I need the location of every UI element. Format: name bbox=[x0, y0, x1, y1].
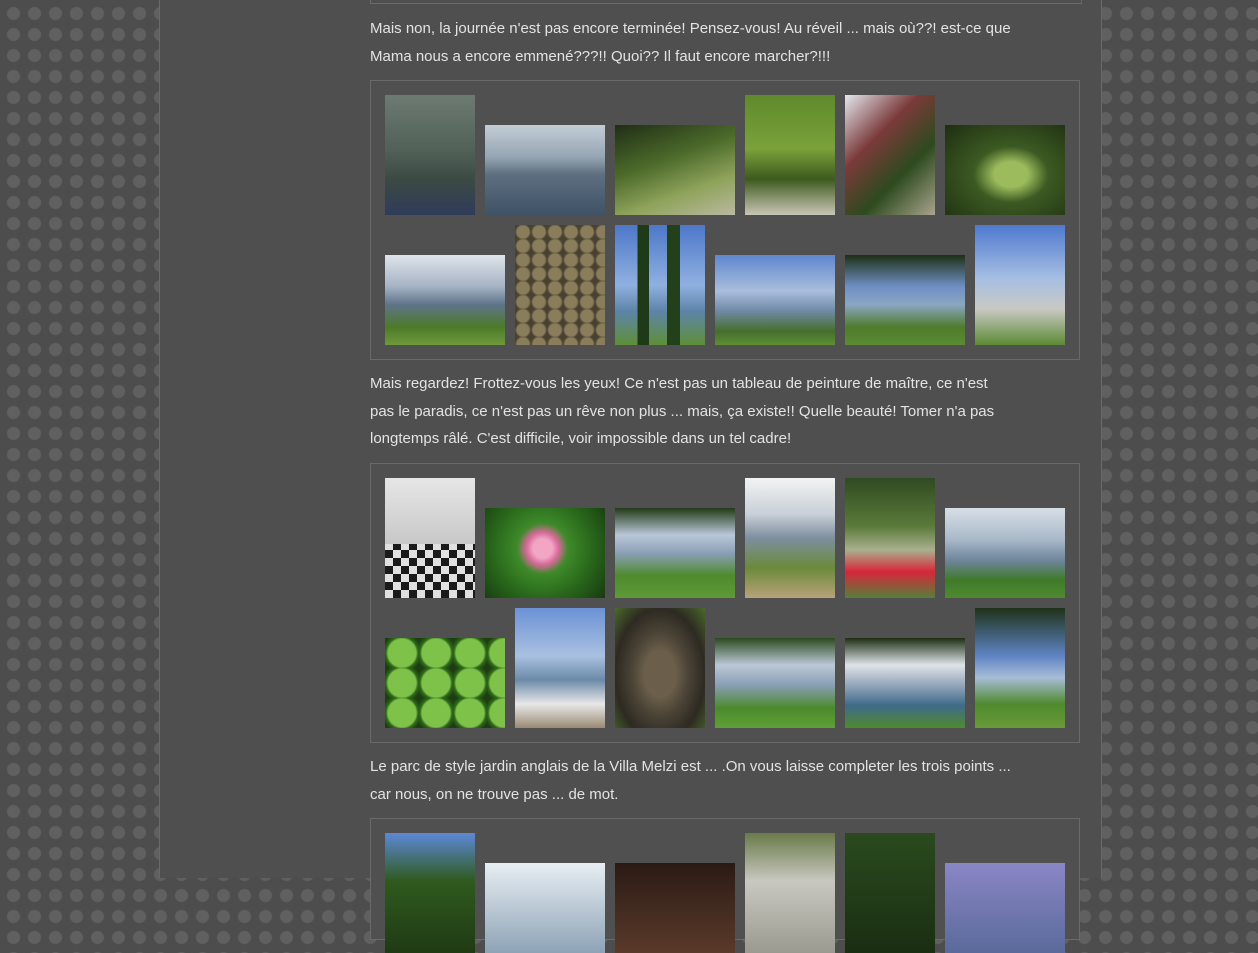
photo-lake-lawn-trees[interactable] bbox=[715, 638, 835, 728]
photo-gallery-1 bbox=[370, 80, 1080, 360]
paragraph-2: Mais regardez! Frottez-vous les yeux! Ce… bbox=[370, 370, 1070, 453]
photo-garden-lane[interactable] bbox=[845, 95, 935, 215]
previous-gallery-bottom-border bbox=[370, 0, 1082, 4]
photo-lakeside-bench[interactable] bbox=[615, 508, 735, 598]
photo-women-garden[interactable] bbox=[745, 95, 835, 215]
photo-girl-balcony[interactable] bbox=[515, 608, 605, 728]
photo-garden-path[interactable] bbox=[615, 125, 735, 215]
photo-pink-water-lily[interactable] bbox=[485, 508, 605, 598]
photo-pavilion-interior[interactable] bbox=[385, 478, 475, 598]
photo-lavender-flowers[interactable] bbox=[945, 863, 1065, 953]
photo-pavilion-lake[interactable] bbox=[715, 255, 835, 345]
paragraph-1-line-2: Mama nous a encore emmené???!! Quoi?? Il… bbox=[370, 47, 831, 65]
photo-water-lilies[interactable] bbox=[945, 125, 1065, 215]
paragraph-3-line-1: Le parc de style jardin anglais de la Vi… bbox=[370, 758, 1011, 775]
photo-pebble-ground[interactable] bbox=[515, 225, 605, 345]
photo-palm-tree[interactable] bbox=[385, 833, 475, 953]
paragraph-2-line-3: longtemps râlé. C'est difficile, voir im… bbox=[370, 430, 792, 447]
photo-lake-mountains[interactable] bbox=[485, 125, 605, 215]
photo-lakeside-lawn[interactable] bbox=[385, 255, 505, 345]
photo-lake-trees-lawn[interactable] bbox=[975, 608, 1065, 728]
paragraph-2-line-2: pas le paradis, ce n'est pas un rêve non… bbox=[370, 402, 995, 420]
photo-lake-sky[interactable] bbox=[485, 863, 605, 953]
photo-gallery-2 bbox=[370, 463, 1080, 743]
paragraph-3: Le parc de style jardin anglais de la Vi… bbox=[370, 753, 1070, 808]
photo-red-flowers[interactable] bbox=[845, 478, 935, 598]
photo-lake-meadow[interactable] bbox=[945, 508, 1065, 598]
paragraph-1: Mais non, la journée n'est pas encore te… bbox=[370, 15, 1070, 70]
paragraph-2-line-1: Mais regardez! Frottez-vous les yeux! Ce… bbox=[370, 375, 988, 392]
paragraph-3-line-2: car nous, on ne trouve pas ... de mot. bbox=[370, 785, 619, 803]
photo-stone-head[interactable] bbox=[745, 833, 835, 953]
photo-gallery-3 bbox=[370, 818, 1080, 953]
photo-girl-tree-trunk[interactable] bbox=[615, 608, 705, 728]
photo-statue-pavilion[interactable] bbox=[975, 225, 1065, 345]
photo-lily-pads[interactable] bbox=[385, 638, 505, 728]
photo-feet-water[interactable] bbox=[385, 95, 475, 215]
photo-cypress-trees[interactable] bbox=[615, 225, 705, 345]
photo-dark-foliage[interactable] bbox=[615, 863, 735, 953]
paragraph-1-line-1: Mais non, la journée n'est pas encore te… bbox=[370, 20, 1011, 37]
photo-lake-view-trees[interactable] bbox=[845, 255, 965, 345]
photo-lawn-by-lake[interactable] bbox=[745, 478, 835, 598]
photo-lake-clouds[interactable] bbox=[845, 638, 965, 728]
content-column: Mais non, la journée n'est pas encore te… bbox=[159, 0, 1102, 953]
photo-green-canopy[interactable] bbox=[845, 833, 935, 953]
